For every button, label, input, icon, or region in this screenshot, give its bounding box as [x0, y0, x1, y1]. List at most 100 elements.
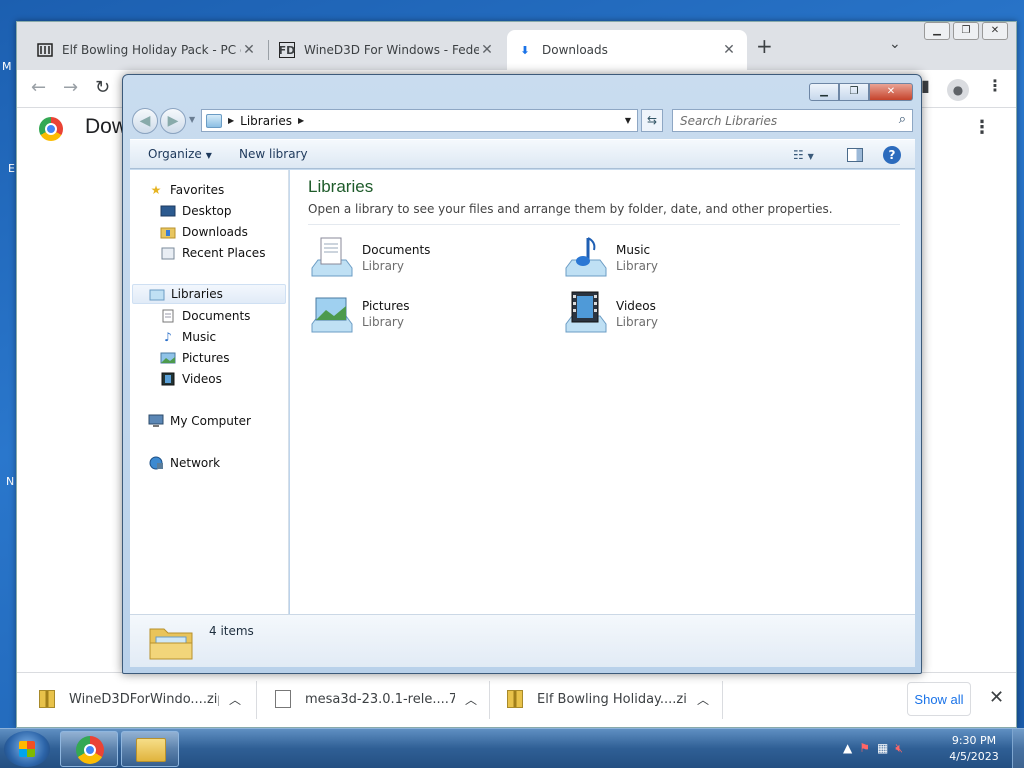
address-dropdown-icon[interactable]: ▼: [625, 116, 631, 125]
new-library-button[interactable]: New library: [239, 147, 308, 161]
library-name: Videos: [616, 299, 656, 313]
tab-search-chevron-icon[interactable]: ⌄: [889, 36, 901, 52]
pictures-library-icon: [311, 297, 353, 333]
tab-wined3d[interactable]: FD WineD3D For Windows - Federico ✕: [269, 30, 505, 70]
minimize-button[interactable]: ▁: [924, 22, 950, 40]
close-icon[interactable]: ✕: [721, 42, 737, 58]
library-documents[interactable]: Documents Library: [308, 234, 548, 284]
window-controls: ▁ ❐ ✕: [924, 22, 1008, 40]
clock-time: 9:30 PM: [951, 734, 997, 747]
help-icon[interactable]: ?: [883, 146, 901, 164]
star-icon: ★: [150, 183, 162, 197]
start-button[interactable]: [4, 731, 50, 767]
fd-site-icon: FD: [278, 42, 296, 58]
nav-desktop[interactable]: Desktop: [160, 201, 232, 221]
download-item[interactable]: mesa3d-23.0.1-rele....7z ︿: [275, 681, 477, 717]
refresh-button[interactable]: ⇆: [641, 109, 663, 132]
chevron-up-icon[interactable]: ︿: [229, 691, 241, 708]
download-filename: mesa3d-23.0.1-rele....7z: [305, 691, 455, 707]
organize-button[interactable]: Organize ▼: [148, 147, 212, 161]
nav-recent-places[interactable]: Recent Places: [160, 243, 265, 263]
tab-title: Elf Bowling Holiday Pack - PC game: [62, 43, 241, 57]
network-icon: [148, 456, 164, 470]
tab-elf-bowling[interactable]: Elf Bowling Holiday Pack - PC game ✕: [27, 30, 267, 70]
page-menu-icon[interactable]: ⋮: [973, 117, 991, 138]
nav-videos[interactable]: Videos: [160, 369, 222, 389]
organize-label: Organize: [148, 147, 202, 161]
preview-pane-icon[interactable]: [847, 148, 863, 162]
breadcrumb-arrow-icon[interactable]: ▶: [228, 116, 234, 125]
search-placeholder: Search Libraries: [680, 114, 778, 128]
close-icon[interactable]: ✕: [241, 42, 257, 58]
music-library-icon: [565, 237, 607, 277]
show-hidden-icons-icon[interactable]: ▲: [843, 741, 852, 756]
archive-icon: [37, 42, 53, 58]
close-icon[interactable]: ✕: [479, 42, 495, 58]
download-icon: ⬇: [520, 43, 530, 57]
forward-arrow-icon[interactable]: →: [63, 77, 78, 98]
chevron-up-icon[interactable]: ︿: [697, 691, 709, 708]
show-all-button[interactable]: Show all: [907, 682, 971, 716]
taskbar-explorer-button[interactable]: [121, 731, 179, 767]
taskbar-chrome-button[interactable]: [60, 731, 118, 767]
chevron-up-icon[interactable]: ︿: [465, 691, 477, 708]
file-icon: [275, 690, 291, 708]
library-music[interactable]: Music Library: [562, 234, 802, 284]
libraries-content: Libraries Open a library to see your fil…: [290, 170, 915, 614]
folder-icon: [136, 738, 166, 762]
download-item[interactable]: WineD3DForWindo....zip ︿: [39, 681, 241, 717]
recent-pages-chevron-icon[interactable]: ▼: [189, 115, 195, 124]
minimize-button[interactable]: ▁: [809, 83, 839, 101]
show-desktop-button[interactable]: [1012, 729, 1024, 768]
back-arrow-icon[interactable]: ◀: [132, 108, 158, 134]
music-note-icon: ♪: [164, 330, 172, 344]
close-window-button[interactable]: ✕: [982, 22, 1008, 40]
tab-title: Downloads: [542, 43, 608, 57]
nav-network[interactable]: Network: [148, 453, 220, 473]
tab-downloads[interactable]: ⬇ Downloads ✕: [507, 30, 747, 70]
search-input[interactable]: Search Libraries ⌕: [672, 109, 913, 132]
clock[interactable]: 9:30 PM 4/5/2023: [944, 733, 1004, 765]
back-arrow-icon[interactable]: ←: [31, 77, 46, 98]
nav-pictures[interactable]: Pictures: [160, 348, 230, 368]
nav-downloads[interactable]: Downloads: [160, 222, 248, 242]
navigation-pane: ★ Favorites Desktop Downloads Recent Plac…: [130, 170, 289, 614]
zip-file-icon: [39, 690, 55, 708]
documents-library-icon: [311, 237, 353, 277]
address-bar[interactable]: ▶ Libraries ▶ ▼: [201, 109, 638, 132]
maximize-button[interactable]: ❐: [953, 22, 979, 40]
divider: [308, 224, 900, 225]
shelf-divider: [722, 681, 723, 719]
library-videos[interactable]: Videos Library: [562, 290, 802, 340]
volume-muted-icon[interactable]: 🔇︎: [895, 741, 903, 756]
nav-my-computer[interactable]: My Computer: [148, 411, 251, 431]
close-icon[interactable]: ✕: [989, 687, 1004, 708]
nav-label: Pictures: [182, 351, 230, 365]
nav-documents[interactable]: Documents: [160, 306, 250, 326]
nav-music[interactable]: ♪ Music: [160, 327, 216, 347]
pictures-icon: [160, 351, 176, 365]
forward-arrow-icon[interactable]: ▶: [160, 108, 186, 134]
library-pictures[interactable]: Pictures Library: [308, 290, 548, 340]
breadcrumb[interactable]: Libraries: [240, 114, 292, 128]
change-view-icon[interactable]: ☷ ▼: [793, 148, 814, 162]
menu-kebab-icon[interactable]: ⋮: [987, 76, 1003, 95]
explorer-window-controls: ▁ ❐ ✕: [809, 83, 913, 101]
side-panel-icon[interactable]: ▮: [921, 76, 930, 95]
network-tray-icon[interactable]: ▦: [877, 741, 888, 756]
reload-icon[interactable]: ↻: [95, 77, 110, 98]
new-tab-button[interactable]: +: [756, 34, 773, 58]
breadcrumb-arrow-icon[interactable]: ▶: [298, 116, 304, 125]
computer-icon: [148, 414, 164, 428]
nav-favorites[interactable]: ★ Favorites: [148, 180, 225, 200]
search-icon[interactable]: ⌕: [899, 112, 906, 127]
nav-label: Libraries: [171, 287, 223, 301]
recent-places-icon: [160, 246, 176, 260]
profile-avatar-icon[interactable]: ●: [947, 79, 969, 101]
nav-libraries[interactable]: Libraries: [132, 284, 286, 304]
action-center-icon[interactable]: ⚑: [859, 741, 870, 756]
close-window-button[interactable]: ✕: [869, 83, 913, 101]
download-item[interactable]: Elf Bowling Holiday....zip ︿: [507, 681, 709, 717]
download-shelf: WineD3DForWindo....zip ︿ mesa3d-23.0.1-r…: [17, 672, 1016, 727]
maximize-button[interactable]: ❐: [839, 83, 869, 101]
